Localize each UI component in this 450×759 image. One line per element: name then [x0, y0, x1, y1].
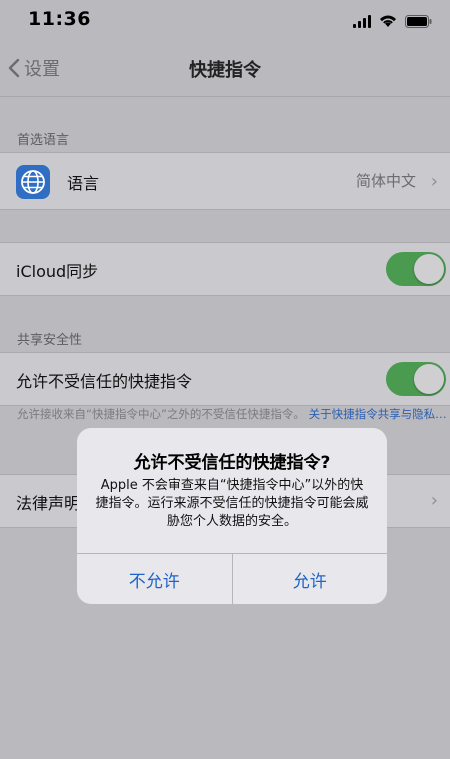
footer-description: 允许接收来自“快捷指令中心”之外的不受信任快捷指令。	[17, 407, 305, 421]
status-icons	[353, 12, 432, 28]
wifi-icon	[379, 14, 397, 28]
shortcuts-settings-screen: 11:36 设置 快捷指令 首选语言 语言 简体中文 › iCloud同步 共享…	[0, 0, 450, 759]
allow-button[interactable]: 允许	[231, 554, 388, 604]
legal-label: 法律声明	[16, 494, 81, 513]
allow-untrusted-row: 允许不受信任的快捷指令	[0, 352, 450, 406]
language-value: 简体中文	[355, 172, 416, 190]
status-bar: 11:36	[0, 0, 450, 40]
icloud-sync-row: iCloud同步	[0, 242, 450, 296]
section-header-preferred-language: 首选语言	[17, 133, 70, 148]
page-title: 快捷指令	[189, 60, 261, 81]
navigation-bar: 设置 快捷指令	[0, 40, 450, 97]
chevron-right-icon: ›	[430, 490, 438, 511]
allow-untrusted-toggle[interactable]	[386, 362, 446, 396]
alert-title: 允许不受信任的快捷指令?	[133, 453, 331, 473]
globe-icon	[16, 165, 50, 199]
language-row[interactable]: 语言 简体中文 ›	[0, 152, 450, 210]
allow-untrusted-footer: 允许接收来自“快捷指令中心”之外的不受信任快捷指令。 关于快捷指令共享与隐私…	[17, 406, 447, 423]
chevron-right-icon: ›	[430, 171, 438, 192]
allow-untrusted-label: 允许不受信任的快捷指令	[16, 372, 193, 391]
allow-untrusted-alert: 允许不受信任的快捷指令? Apple 不会审查来自“快捷指令中心”以外的快捷指令…	[77, 428, 387, 604]
toggle-knob	[414, 254, 444, 284]
sharing-privacy-link[interactable]: 关于快捷指令共享与隐私…	[309, 407, 447, 421]
cellular-signal-icon	[353, 14, 371, 28]
section-header-shared-security: 共享安全性	[17, 333, 83, 348]
status-time: 11:36	[28, 8, 91, 30]
alert-button-row: 不允许 允许	[77, 553, 387, 604]
toggle-knob	[414, 364, 444, 394]
icloud-sync-toggle[interactable]	[386, 252, 446, 286]
dont-allow-button[interactable]: 不允许	[77, 554, 232, 604]
icloud-sync-label: iCloud同步	[16, 262, 99, 281]
language-label: 语言	[67, 174, 100, 193]
alert-message: Apple 不会审查来自“快捷指令中心”以外的快捷指令。运行来源不受信任的快捷指…	[95, 478, 369, 529]
battery-icon	[405, 15, 432, 28]
